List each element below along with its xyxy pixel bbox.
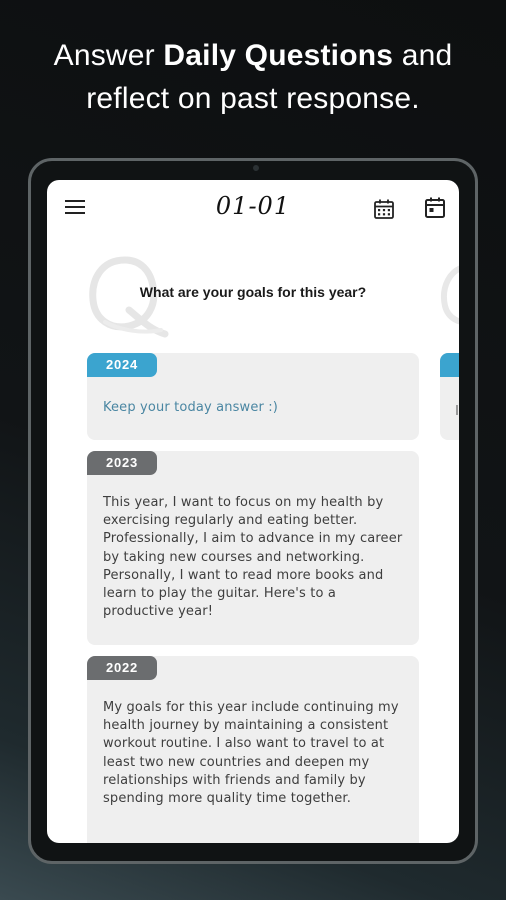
answer-text: This year, I want to focus on my health … (103, 495, 403, 620)
promo-line-1: Answer Daily Questions and (0, 34, 506, 77)
year-tab: 2022 (87, 656, 157, 680)
app-screen: 01-01 What are your goals for this year?… (47, 180, 459, 843)
promo-headline: Answer Daily Questions and reflect on pa… (0, 34, 506, 120)
calendar-grid-icon[interactable] (373, 198, 395, 220)
tablet-frame: 01-01 What are your goals for this year?… (28, 158, 478, 864)
year-tab: 2024 (87, 353, 157, 377)
peek-text-fragment (456, 405, 458, 415)
promo-line-2: reflect on past response. (86, 82, 420, 115)
app-bar: 01-01 (47, 180, 459, 238)
answer-card[interactable]: 2023 This year, I want to focus on my he… (87, 451, 419, 645)
answer-card[interactable]: 2022 My goals for this year include cont… (87, 656, 419, 843)
next-question-card-peek[interactable] (440, 353, 459, 440)
promo-line-1-bold: Daily Questions (163, 39, 394, 72)
promo-line-1-suffix: and (393, 39, 453, 72)
answer-text: My goals for this year include continuin… (103, 700, 399, 807)
year-tab: 2023 (87, 451, 157, 475)
date-title[interactable]: 01-01 (47, 192, 459, 220)
answer-card-current[interactable]: 2024 Keep your today answer :) (87, 353, 419, 440)
answer-placeholder[interactable]: Keep your today answer :) (103, 399, 405, 417)
calendar-day-icon[interactable] (424, 196, 446, 218)
camera-dot (253, 165, 259, 171)
promo-line-1-prefix: Answer (53, 39, 164, 72)
year-tab-peek (440, 353, 459, 377)
daily-question: What are your goals for this year? (139, 284, 367, 300)
